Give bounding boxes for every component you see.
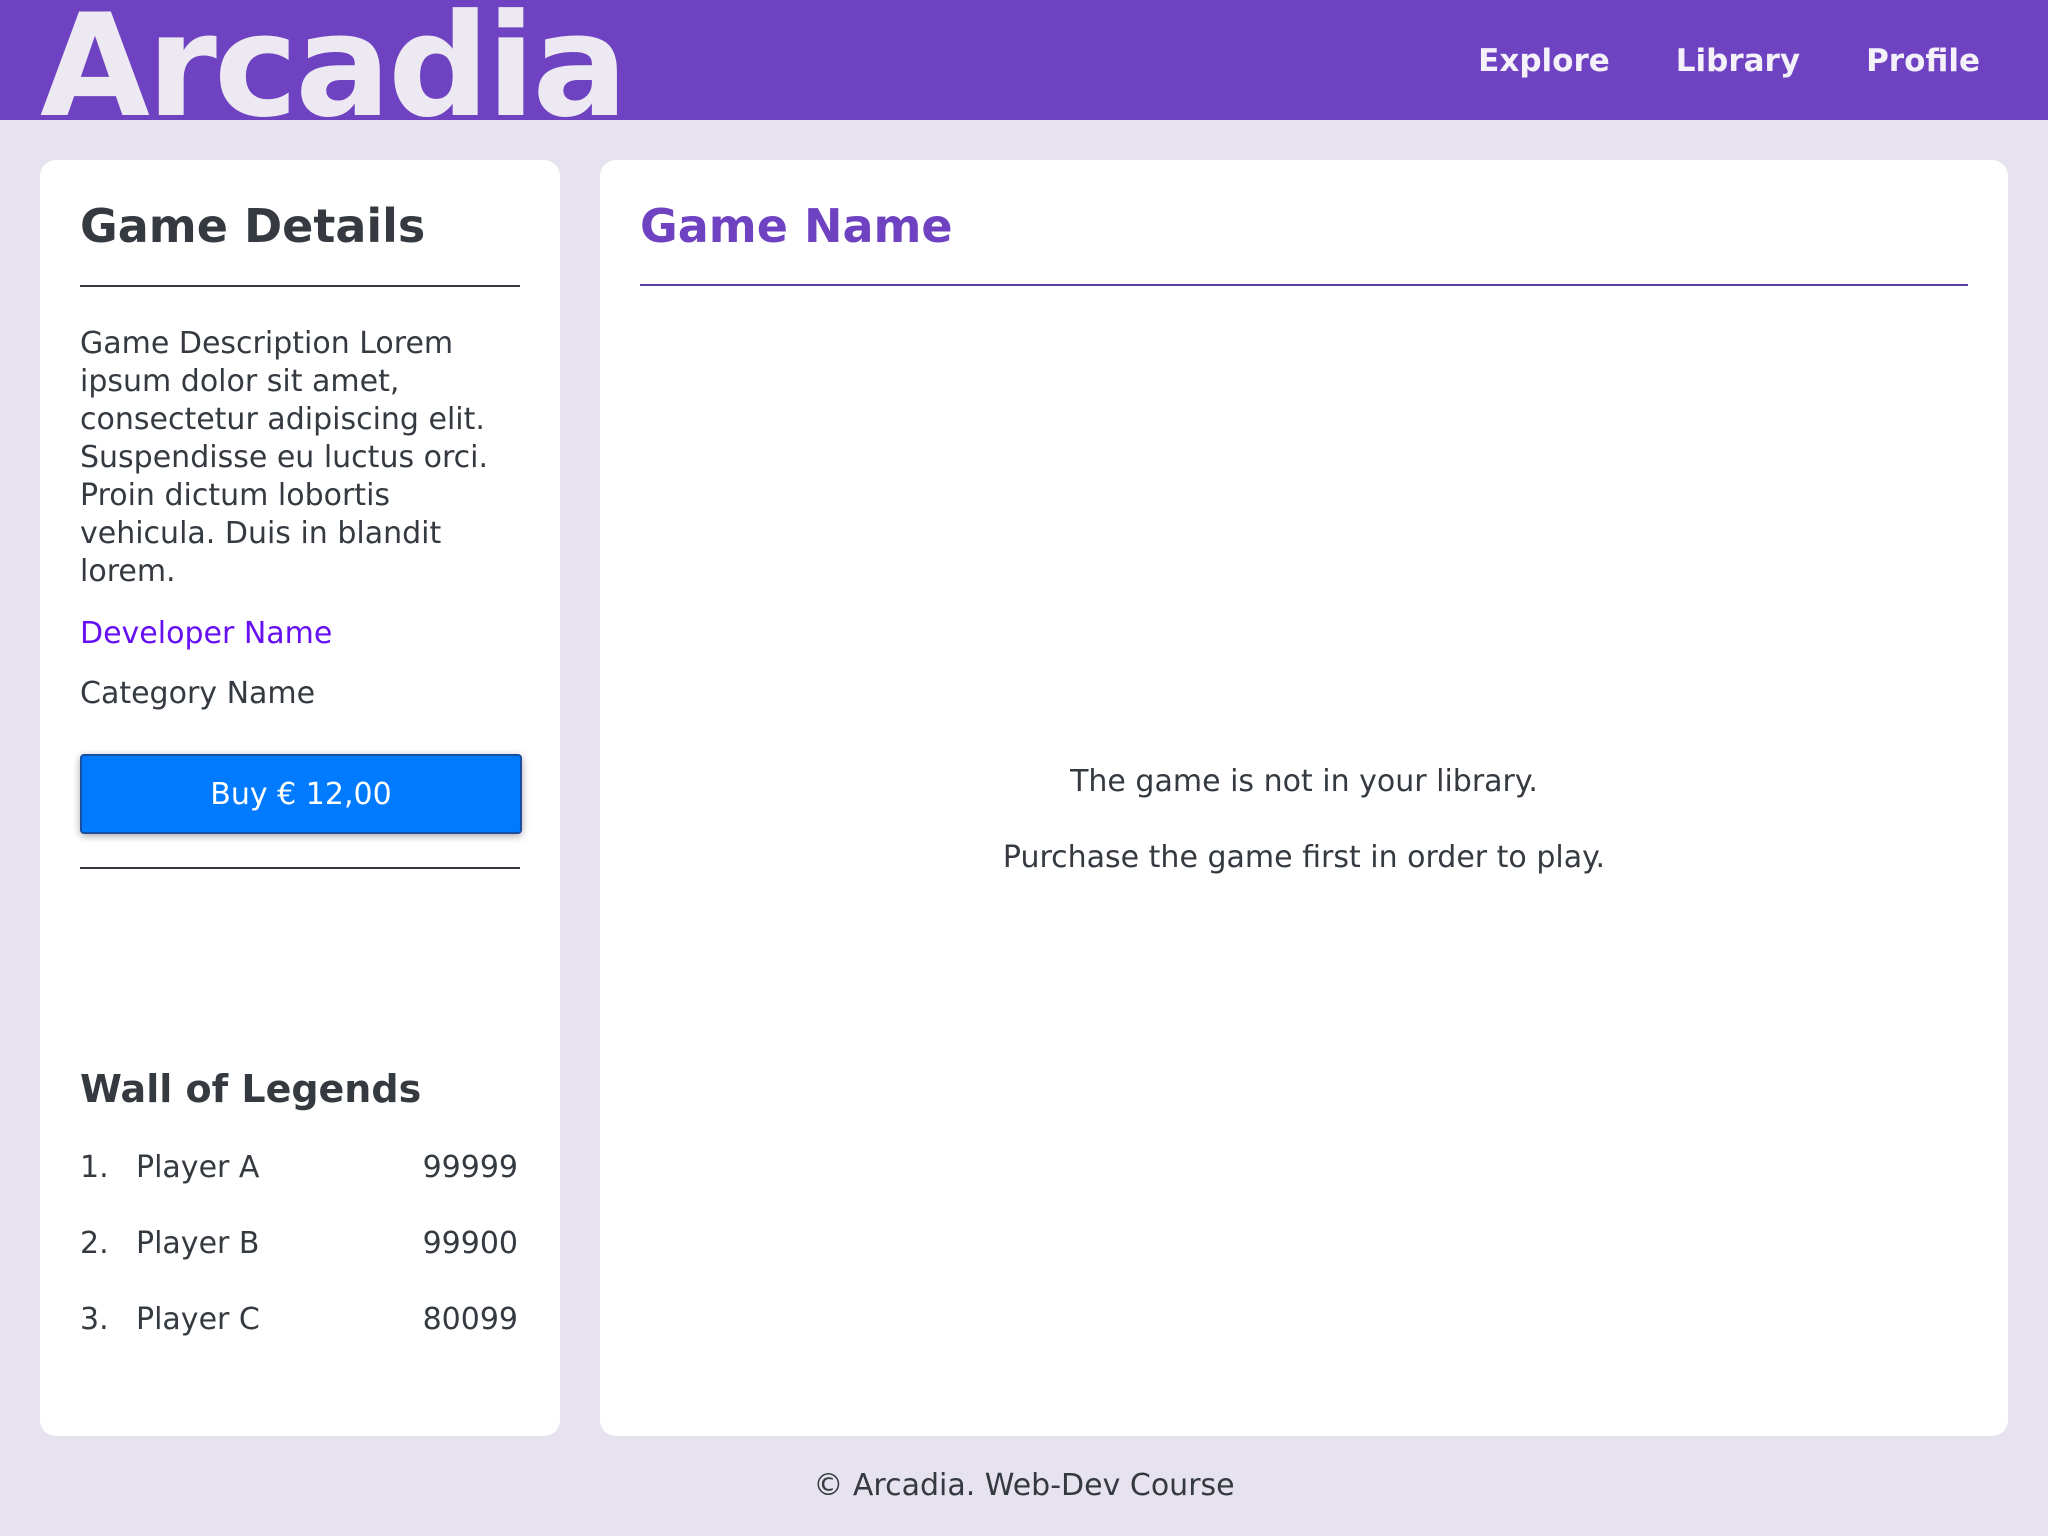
legend-row: 3. Player C 80099 xyxy=(80,1298,522,1342)
nav-library[interactable]: Library xyxy=(1676,40,1800,82)
wall-of-legends-title: Wall of Legends xyxy=(80,1067,422,1111)
legend-row: 2. Player B 99900 xyxy=(80,1222,522,1266)
category-label: Category Name xyxy=(80,676,316,711)
game-title: Game Name xyxy=(640,199,953,253)
site-header: Arcadia Explore Library Profile xyxy=(0,0,2048,120)
legend-score: 80099 xyxy=(422,1302,518,1337)
details-divider xyxy=(80,285,520,287)
legends-divider xyxy=(80,867,520,869)
legend-player: Player A xyxy=(136,1150,260,1185)
buy-button[interactable]: Buy € 12,00 xyxy=(80,754,522,834)
site-footer: © Arcadia. Web-Dev Course xyxy=(813,1468,1235,1503)
purchase-first-message: Purchase the game first in order to play… xyxy=(1002,840,1606,875)
legend-player: Player C xyxy=(136,1302,260,1337)
legend-player: Player B xyxy=(136,1226,260,1261)
main-nav: Explore Library Profile xyxy=(1478,40,1980,82)
legend-rank: 3. xyxy=(80,1302,109,1337)
legend-score: 99900 xyxy=(422,1226,518,1261)
game-details-title: Game Details xyxy=(80,199,426,253)
developer-link[interactable]: Developer Name xyxy=(80,614,332,654)
legend-row: 1. Player A 99999 xyxy=(80,1146,522,1190)
legend-rank: 1. xyxy=(80,1150,109,1185)
game-main-card: Game Name The game is not in your librar… xyxy=(600,160,2008,1436)
game-description: Game Description Lorem ipsum dolor sit a… xyxy=(80,326,489,589)
nav-explore[interactable]: Explore xyxy=(1478,40,1610,82)
legend-rank: 2. xyxy=(80,1226,109,1261)
legend-score: 99999 xyxy=(422,1150,518,1185)
nav-profile[interactable]: Profile xyxy=(1866,40,1980,82)
game-title-divider xyxy=(640,284,1968,286)
site-logo[interactable]: Arcadia xyxy=(40,0,628,120)
not-in-library-message: The game is not in your library. xyxy=(1070,764,1538,799)
game-details-card: Game Details Game Description Lorem ipsu… xyxy=(40,160,560,1436)
